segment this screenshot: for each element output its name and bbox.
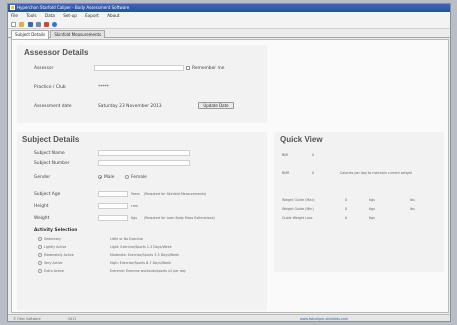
subject-panel (17, 132, 267, 310)
age-note: (Required for Skinfold Measurements) (144, 192, 207, 196)
weight-note: (Required for Lean Body Mass Estimations… (144, 216, 215, 220)
weight-min-unit-lbs: Ibs (410, 207, 415, 211)
subject-name-label: Subject Name (34, 151, 65, 156)
bmi-value: 0 (312, 153, 315, 157)
subject-number-input[interactable] (98, 160, 190, 166)
weight-label: Weight (34, 216, 50, 221)
save-icon[interactable] (27, 22, 33, 27)
weight-loss-value: 0 (345, 216, 348, 220)
status-version: 2011 (68, 317, 77, 321)
remember-label: Remember me (192, 66, 225, 71)
activity-name: Sedentary (44, 237, 61, 241)
male-radio[interactable] (98, 175, 102, 179)
practice-value: ***** (98, 85, 109, 90)
activity-radio[interactable] (38, 245, 42, 249)
menu-tools[interactable]: Tools (26, 13, 36, 18)
website-link[interactable]: www.fatcaliper-skinfolds.com (300, 317, 348, 321)
help-icon[interactable] (52, 22, 58, 27)
activity-name: Moderately Active (44, 253, 74, 257)
bmr-value: 0 (312, 171, 315, 175)
height-label: Height (34, 204, 49, 209)
activity-radio[interactable] (38, 261, 42, 265)
activity-title: Activity Selection (34, 228, 78, 233)
app-icon (10, 5, 15, 10)
activity-radio[interactable] (38, 237, 42, 241)
quickview-title: Quick View (280, 135, 323, 144)
assessor-input[interactable] (94, 65, 184, 71)
open-icon[interactable] (19, 22, 25, 27)
weight-unit: Kgs (131, 216, 137, 220)
activity-radio[interactable] (38, 269, 42, 273)
subject-title: Subject Details (22, 135, 80, 144)
activity-desc: High: Exercise/Sports 6-7 Days/Week (110, 261, 171, 265)
menu-file[interactable]: File (11, 13, 18, 18)
activity-radio[interactable] (38, 253, 42, 257)
male-label: Male (104, 175, 115, 180)
bmr-label: BMR (282, 171, 290, 175)
activity-name: Very Active (44, 261, 63, 265)
menu-data[interactable]: Data (45, 13, 55, 18)
activity-desc: Moderate: Exercise/Sports 3-5 Days/Week (110, 253, 180, 257)
subject-number-label: Subject Number (34, 161, 70, 166)
content-area: Assessor Details Assessor Remember me Pr… (11, 39, 449, 313)
weight-min-unit: Kgs (369, 207, 375, 211)
print-icon[interactable] (35, 22, 41, 27)
menu-about[interactable]: About (107, 13, 119, 18)
gender-label: Gender (34, 175, 51, 180)
weight-input[interactable] (98, 215, 128, 221)
status-bar: © Fitec Software 2011 www.fatcaliper-ski… (8, 314, 450, 321)
weight-max-unit-lbs: Ibs (410, 198, 415, 202)
menu-setup[interactable]: Set-up (63, 13, 77, 18)
app-window: Hyperchon Starfold Caliper - Body Assess… (7, 3, 451, 322)
activity-name: Lightly Active (44, 245, 67, 249)
delete-icon[interactable] (44, 22, 50, 27)
date-label: Assessment date (34, 104, 72, 109)
weight-min-value: 0 (345, 207, 348, 211)
age-unit: Years (131, 192, 140, 196)
tab-subject-details[interactable]: Subject Details (11, 30, 50, 39)
age-label: Subject Age (34, 192, 61, 197)
quickview-panel (274, 132, 444, 272)
activity-desc: Light: Exercise/Sports 1-3 Days/Week (110, 245, 172, 249)
female-label: Female (131, 175, 147, 180)
remember-checkbox[interactable] (186, 66, 190, 70)
weight-max-value: 0 (345, 198, 348, 202)
activity-name: Extra Active (44, 269, 64, 273)
subject-name-input[interactable] (98, 150, 190, 156)
menu-bar: File Tools Data Set-up Export About (8, 12, 450, 20)
toolbar (8, 20, 450, 29)
status-left: © Fitec Software (13, 317, 41, 321)
weight-max-label: Weight Guide (Max) (282, 198, 315, 202)
age-input[interactable] (98, 191, 128, 197)
update-date-button[interactable]: Update Date (198, 102, 234, 109)
tab-bar: Subject Details Skinfold Measurements (8, 29, 450, 39)
activity-desc: Extreme: Exercise workouts/sports x2 per… (110, 269, 186, 273)
new-icon[interactable] (11, 22, 16, 27)
menu-export[interactable]: Export (85, 13, 99, 18)
tab-skinfold-measurements[interactable]: Skinfold Measurements (50, 30, 106, 38)
weight-max-unit: Kgs (369, 198, 375, 202)
height-input[interactable] (98, 203, 128, 209)
weight-min-label: Weight Guide (Min) (282, 207, 314, 211)
assessor-label: Assessor (34, 66, 54, 71)
bmi-label: BMI (282, 153, 289, 157)
activity-desc: Little or No Exercise (110, 237, 144, 241)
window-title: Hyperchon Starfold Caliper - Body Assess… (17, 5, 130, 10)
female-radio[interactable] (125, 175, 129, 179)
date-value: Saturday 23 November 2013 (98, 104, 162, 109)
practice-label: Practice / Club (34, 85, 66, 90)
bmr-note: Calories per day to maintain current wei… (340, 171, 412, 175)
height-unit: cms (131, 204, 138, 208)
assessor-title: Assessor Details (24, 48, 89, 57)
weight-loss-unit: Kgs (369, 216, 375, 220)
title-bar: Hyperchon Starfold Caliper - Body Assess… (8, 4, 450, 12)
weight-loss-label: Guide Weight Loss (282, 216, 313, 220)
